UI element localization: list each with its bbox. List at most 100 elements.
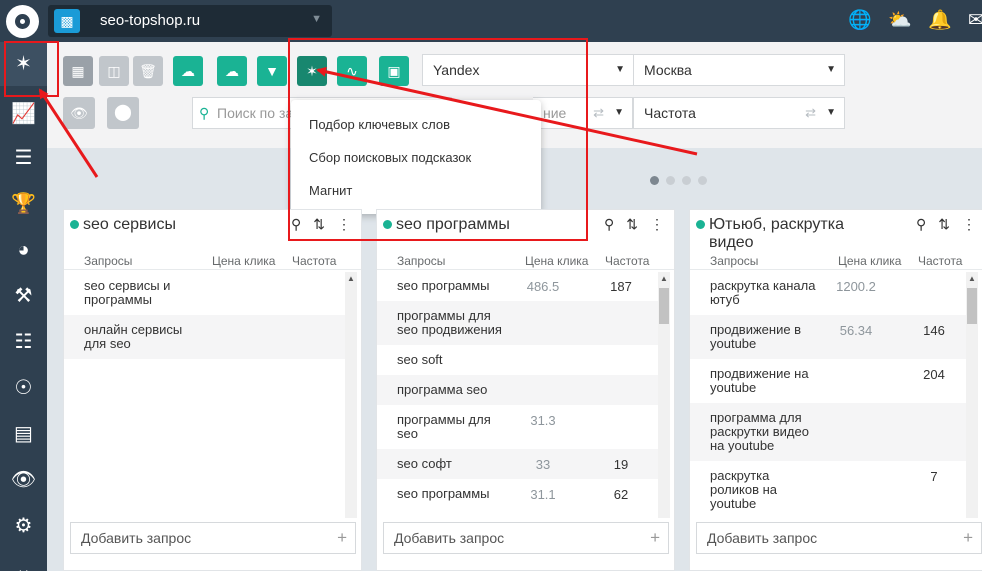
globe-icon[interactable]: 🌐 xyxy=(848,9,872,33)
carousel-dot[interactable] xyxy=(682,176,691,185)
grid-view-button[interactable]: ▦ xyxy=(63,56,93,86)
cpc-value: 33 xyxy=(535,457,551,472)
query-text: раскрутка роликов на youtube xyxy=(710,468,778,511)
header-queries[interactable]: Запросы xyxy=(397,254,445,268)
search-icon[interactable]: ⚲ xyxy=(916,216,926,233)
plus-icon[interactable]: + xyxy=(963,523,973,553)
weather-icon[interactable]: ⛅ xyxy=(888,9,912,33)
sidebar-item-tools[interactable]: ⚒ xyxy=(0,274,47,318)
mail-icon[interactable]: ✉ xyxy=(968,9,982,33)
scroll-up-icon[interactable]: ▲ xyxy=(660,274,668,283)
header-frequency[interactable]: Частота xyxy=(292,254,336,268)
upload-button[interactable]: ☁ xyxy=(173,56,203,86)
table-row[interactable]: программа для раскрутки видео на youtube xyxy=(690,403,972,461)
column-headers: Запросы Цена клика Частота xyxy=(377,252,674,270)
carousel-dot[interactable] xyxy=(698,176,707,185)
sidebar-item-reports[interactable]: ▤ xyxy=(0,412,47,456)
delete-button[interactable]: 🗑 xyxy=(133,56,163,86)
site-name: seo-topshop.ru xyxy=(100,12,201,29)
carousel-dot[interactable] xyxy=(650,176,659,185)
header-cpc[interactable]: Цена клика xyxy=(838,254,901,268)
sidebar-item-positions[interactable]: 📈 xyxy=(0,92,47,136)
logo-icon[interactable] xyxy=(6,5,39,38)
site-selector[interactable]: ▩ seo-topshop.ru ▼ xyxy=(48,5,332,37)
caret-down-icon: ▼ xyxy=(826,107,836,118)
table-row[interactable]: seo сервисы и программы xyxy=(64,271,346,315)
table-row[interactable]: раскрутка роликов на youtube 7 xyxy=(690,461,972,519)
column-headers: Запросы Цена клика Частота xyxy=(690,252,982,270)
column-header: Ютьюб, раскрутка видео ⚲ ⇅ ⋮ xyxy=(690,210,982,254)
region-select[interactable]: Москва ▼ xyxy=(633,54,845,86)
header-cpc[interactable]: Цена клика xyxy=(525,254,588,268)
bell-icon[interactable]: 🔔 xyxy=(928,9,952,33)
query-text: продвижение в youtube xyxy=(710,322,802,351)
download-button[interactable]: ☁ xyxy=(217,56,247,86)
plus-icon[interactable]: + xyxy=(337,523,347,553)
sidebar-item-structure[interactable]: ☷ xyxy=(0,320,47,364)
table-row[interactable]: продвижение на youtube 204 xyxy=(690,359,972,403)
header-cpc[interactable]: Цена клика xyxy=(212,254,275,268)
query-text: seo программы xyxy=(397,278,490,293)
trash-icon: 🗑 xyxy=(139,63,157,79)
frequency-value xyxy=(583,375,659,405)
rows: раскрутка канала ютуб 1200.2 продвижение … xyxy=(690,271,972,519)
header-queries[interactable]: Запросы xyxy=(84,254,132,268)
sort-select[interactable]: Частота ▼ ⇄ xyxy=(633,97,845,129)
table-row[interactable]: seo программы 486.5 187 xyxy=(377,271,659,301)
sidebar-item-support[interactable]: ☉ xyxy=(0,366,47,410)
add-query-input[interactable]: Добавить запрос + xyxy=(70,522,356,554)
cpc-value xyxy=(816,461,896,519)
table-row[interactable]: seo soft xyxy=(377,345,659,375)
sidebar-item-layers[interactable]: ☰ xyxy=(0,136,47,180)
sort-icon[interactable]: ⇅ xyxy=(626,216,638,233)
add-query-placeholder: Добавить запрос xyxy=(394,530,505,546)
scrollbar[interactable]: ▲ xyxy=(658,272,670,518)
keyword-group-column: seo программы ⚲ ⇅ ⋮ Запросы Цена клика Ч… xyxy=(376,209,675,571)
plus-icon[interactable]: + xyxy=(650,523,660,553)
query-text: seo soft xyxy=(397,352,443,367)
table-row[interactable]: программы для seo 31.3 xyxy=(377,405,659,449)
cpc-value xyxy=(816,403,896,461)
visibility-toggle[interactable]: 👁 xyxy=(63,97,95,129)
table-row[interactable]: программа seo xyxy=(377,375,659,405)
scrollbar-thumb[interactable] xyxy=(659,288,669,324)
header-queries[interactable]: Запросы xyxy=(710,254,758,268)
cpc-value: 31.3 xyxy=(530,413,556,428)
add-query-input[interactable]: Добавить запрос + xyxy=(383,522,669,554)
table-row[interactable]: seo софт 33 19 xyxy=(377,449,659,479)
search-icon[interactable]: ⚲ xyxy=(604,216,614,233)
header-frequency[interactable]: Частота xyxy=(918,254,962,268)
more-icon[interactable]: ⋮ xyxy=(962,216,976,233)
more-icon[interactable]: ⋮ xyxy=(650,216,664,233)
scrollbar[interactable]: ▲ xyxy=(345,272,357,518)
cpc-value: 1200.2 xyxy=(836,279,876,294)
filter-button[interactable]: ▼ xyxy=(257,56,287,86)
sidebar-item-monitoring[interactable]: 👁 xyxy=(0,458,47,502)
table-row[interactable]: seo программы 31.1 62 xyxy=(377,479,659,509)
toggle-icon: ⬤ xyxy=(114,104,132,121)
header-frequency[interactable]: Частота xyxy=(605,254,649,268)
table-row[interactable]: онлайн сервисы для seo xyxy=(64,315,346,359)
sidebar-item-analytics[interactable]: ◕ xyxy=(0,228,47,272)
lifebuoy-icon: ☉ xyxy=(14,377,33,399)
sidebar-item-collapse[interactable]: ↔ xyxy=(0,548,47,571)
table-row[interactable]: программы для seo продвижения xyxy=(377,301,659,345)
add-query-input[interactable]: Добавить запрос + xyxy=(696,522,982,554)
eye-icon: 👁 xyxy=(70,105,88,121)
table-row[interactable]: продвижение в youtube 56.34 146 xyxy=(690,315,972,359)
sort-icon[interactable]: ⇅ xyxy=(938,216,950,233)
table-row[interactable]: раскрутка канала ютуб 1200.2 xyxy=(690,271,972,315)
add-query-placeholder: Добавить запрос xyxy=(81,530,192,546)
columns-view-button[interactable]: ◫ xyxy=(99,56,129,86)
chart-icon: 📈 xyxy=(11,103,36,125)
carousel-dot[interactable] xyxy=(666,176,675,185)
scrollbar-thumb[interactable] xyxy=(967,288,977,324)
sidebar-item-competitors[interactable]: 🏆 xyxy=(0,182,47,226)
eye-icon: 👁 xyxy=(10,469,37,491)
scrollbar[interactable]: ▲ xyxy=(966,272,978,518)
switch-toggle[interactable]: ⬤ xyxy=(107,97,139,129)
caret-down-icon: ▼ xyxy=(826,64,836,75)
sidebar-item-settings[interactable]: ⚙ xyxy=(0,504,47,548)
scroll-up-icon[interactable]: ▲ xyxy=(347,274,355,283)
scroll-up-icon[interactable]: ▲ xyxy=(968,274,976,283)
